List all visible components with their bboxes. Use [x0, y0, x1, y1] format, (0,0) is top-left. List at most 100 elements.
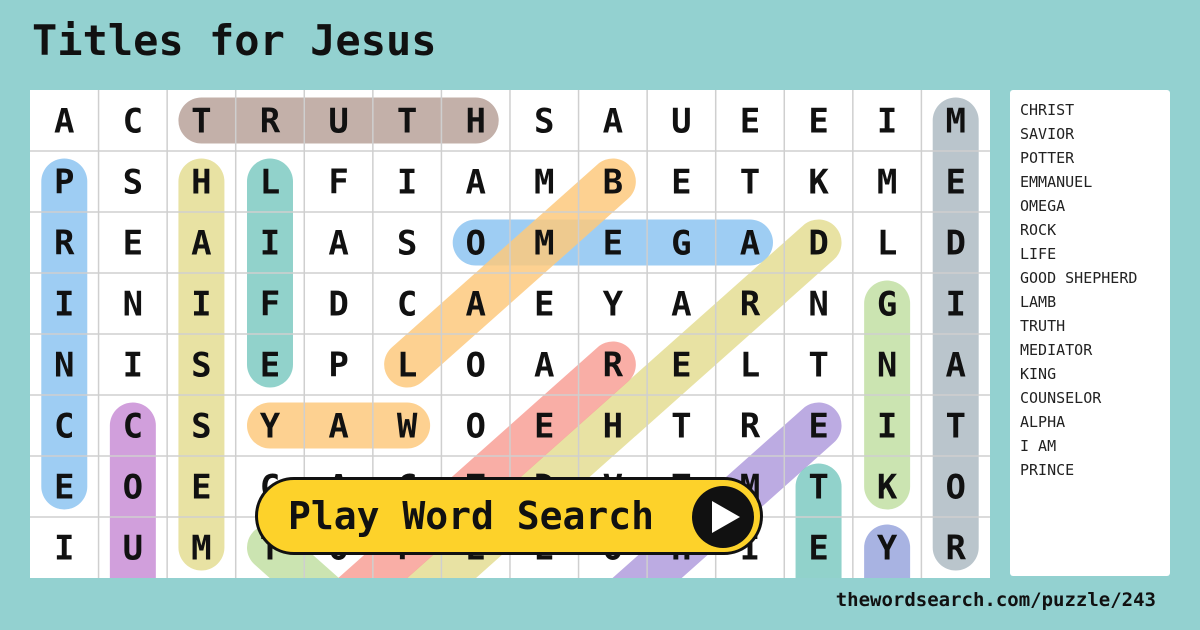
grid-cell-letter[interactable]: S [191, 407, 211, 447]
grid-cell-letter[interactable]: O [465, 346, 485, 386]
grid-cell-letter[interactable]: F [260, 285, 280, 325]
grid-cell-letter[interactable]: O [123, 468, 143, 508]
grid-cell-letter[interactable]: N [877, 346, 897, 386]
grid-cell-letter[interactable]: S [191, 346, 211, 386]
grid-cell-letter[interactable]: R [603, 346, 624, 386]
word-list-item: LAMB [1020, 293, 1057, 311]
grid-cell-letter[interactable]: R [740, 407, 761, 447]
grid-cell-letter[interactable]: E [808, 529, 828, 569]
grid-cell-letter[interactable]: N [54, 346, 74, 386]
grid-cell-letter[interactable]: M [534, 224, 554, 264]
grid-cell-letter[interactable]: L [877, 224, 897, 264]
grid-cell-letter[interactable]: N [808, 285, 828, 325]
grid-cell-letter[interactable]: I [397, 163, 417, 203]
grid-cell-letter[interactable]: P [54, 163, 74, 203]
grid-cell-letter[interactable]: E [191, 468, 211, 508]
grid-cell-letter[interactable]: I [54, 529, 74, 569]
grid-cell-letter[interactable]: M [945, 102, 965, 142]
grid-cell-letter[interactable]: A [740, 224, 760, 264]
grid-cell-letter[interactable]: E [671, 163, 691, 203]
grid-cell-letter[interactable]: F [328, 163, 348, 203]
grid-cell-letter[interactable]: U [328, 102, 348, 142]
grid-cell-letter[interactable]: E [945, 163, 965, 203]
grid-cell-letter[interactable]: A [465, 285, 485, 325]
grid-cell-letter[interactable]: S [397, 224, 417, 264]
grid-cell-letter[interactable]: O [945, 468, 965, 508]
grid-cell-letter[interactable]: R [260, 102, 281, 142]
grid-cell-letter[interactable]: K [808, 163, 829, 203]
grid-cell-letter[interactable]: E [534, 407, 554, 447]
grid-cell-letter[interactable]: E [671, 346, 691, 386]
grid-cell-letter[interactable]: S [123, 163, 143, 203]
grid-cell-letter[interactable]: E [260, 346, 280, 386]
grid-cell-letter[interactable]: Y [877, 529, 898, 569]
grid-cell-letter[interactable]: E [603, 224, 623, 264]
play-word-search-button[interactable]: Play Word Search [255, 477, 763, 555]
grid-cell-letter[interactable]: M [877, 163, 897, 203]
grid-cell-letter[interactable]: A [328, 407, 348, 447]
grid-cell-letter[interactable]: R [945, 529, 966, 569]
grid-cell-letter[interactable]: A [534, 346, 554, 386]
grid-cell-letter[interactable]: C [54, 407, 74, 447]
grid-cell-letter[interactable]: T [397, 102, 417, 142]
grid-cell-letter[interactable]: I [191, 285, 211, 325]
grid-cell-letter[interactable]: D [945, 224, 965, 264]
grid-cell-letter[interactable]: A [191, 224, 211, 264]
grid-cell-letter[interactable]: A [671, 285, 691, 325]
grid-cell-letter[interactable]: Y [260, 407, 281, 447]
puzzle-url[interactable]: thewordsearch.com/puzzle/243 [836, 589, 1156, 611]
grid-cell-letter[interactable]: L [397, 346, 417, 386]
grid-cell-letter[interactable]: T [191, 102, 211, 142]
grid-cell-letter[interactable]: I [260, 224, 280, 264]
grid-cell-letter[interactable]: Y [603, 285, 624, 325]
grid-cell-letter[interactable]: I [123, 346, 143, 386]
grid-cell-letter[interactable]: W [397, 407, 418, 447]
grid-cell-letter[interactable]: I [54, 285, 74, 325]
grid-cell-letter[interactable]: E [123, 224, 143, 264]
grid-cell-letter[interactable]: H [465, 102, 485, 142]
grid-cell-letter[interactable]: E [534, 285, 554, 325]
grid-cell-letter[interactable]: R [740, 285, 761, 325]
grid-cell-letter[interactable]: L [740, 346, 760, 386]
grid-cell-letter[interactable]: P [328, 346, 348, 386]
grid-cell-letter[interactable]: S [534, 102, 554, 142]
grid-cell-letter[interactable]: B [603, 163, 623, 203]
grid-cell-letter[interactable]: C [123, 407, 143, 447]
grid-cell-letter[interactable]: T [740, 163, 760, 203]
grid-cell-letter[interactable]: A [603, 102, 623, 142]
grid-cell-letter[interactable]: U [123, 529, 143, 569]
grid-cell-letter[interactable]: O [465, 224, 485, 264]
grid-cell-letter[interactable]: I [877, 407, 897, 447]
grid-cell-letter[interactable]: G [877, 285, 897, 325]
grid-cell-letter[interactable]: H [603, 407, 623, 447]
grid-cell-letter[interactable]: I [945, 285, 965, 325]
grid-cell-letter[interactable]: E [808, 407, 828, 447]
word-list-item: KING [1020, 365, 1057, 383]
grid-cell-letter[interactable]: T [671, 407, 691, 447]
grid-cell-letter[interactable]: G [671, 224, 691, 264]
grid-cell-letter[interactable]: D [808, 224, 828, 264]
grid-cell-letter[interactable]: U [671, 102, 691, 142]
grid-cell-letter[interactable]: C [123, 102, 143, 142]
grid-cell-letter[interactable]: T [808, 346, 828, 386]
grid-cell-letter[interactable]: T [945, 407, 965, 447]
grid-cell-letter[interactable]: E [740, 102, 760, 142]
grid-cell-letter[interactable]: A [328, 224, 348, 264]
grid-cell-letter[interactable]: K [877, 468, 898, 508]
grid-cell-letter[interactable]: R [54, 224, 75, 264]
grid-cell-letter[interactable]: T [808, 468, 828, 508]
grid-cell-letter[interactable]: A [54, 102, 74, 142]
grid-cell-letter[interactable]: E [808, 102, 828, 142]
grid-cell-letter[interactable]: M [191, 529, 211, 569]
grid-cell-letter[interactable]: C [397, 285, 417, 325]
grid-cell-letter[interactable]: N [123, 285, 143, 325]
grid-cell-letter[interactable]: I [877, 102, 897, 142]
grid-cell-letter[interactable]: L [260, 163, 280, 203]
grid-cell-letter[interactable]: H [191, 163, 211, 203]
grid-cell-letter[interactable]: E [54, 468, 74, 508]
grid-cell-letter[interactable]: O [465, 407, 485, 447]
grid-cell-letter[interactable]: A [465, 163, 485, 203]
grid-cell-letter[interactable]: M [534, 163, 554, 203]
grid-cell-letter[interactable]: D [328, 285, 348, 325]
grid-cell-letter[interactable]: A [945, 346, 965, 386]
